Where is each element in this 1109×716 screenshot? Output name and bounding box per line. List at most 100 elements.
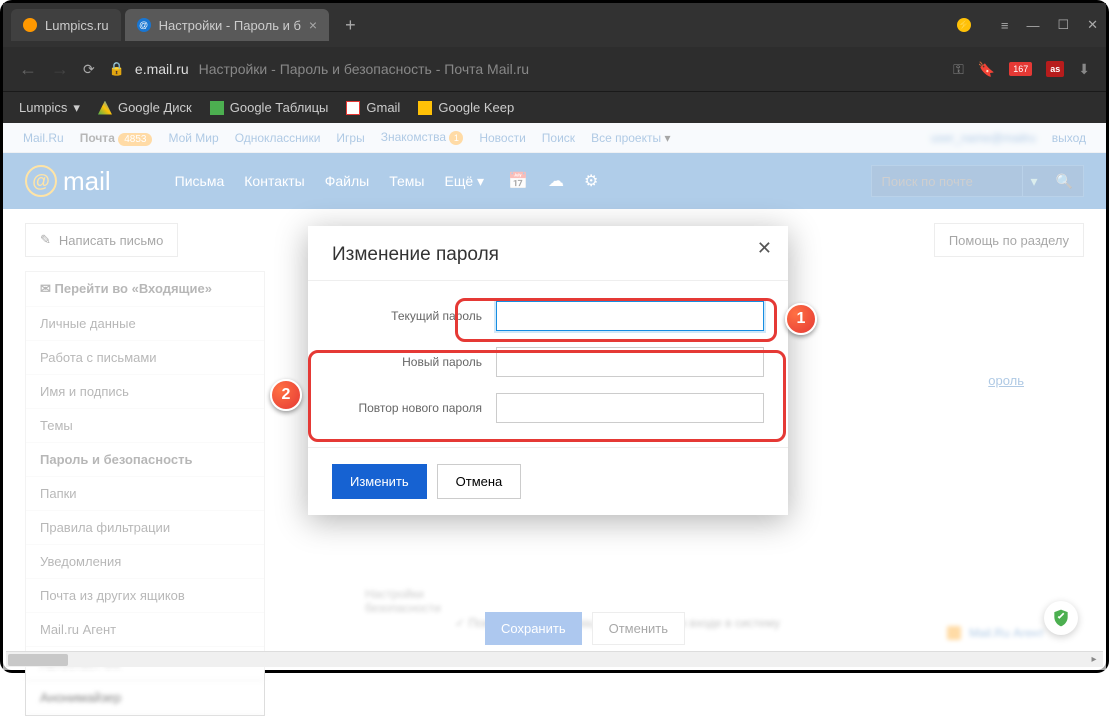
nav-faily[interactable]: Файлы bbox=[325, 173, 369, 190]
marker-1: 1 bbox=[785, 303, 817, 335]
modal-title: Изменение пароля bbox=[332, 244, 499, 265]
calendar-icon[interactable]: 📅 bbox=[508, 171, 528, 191]
topbar-poisk[interactable]: Поиск bbox=[542, 131, 575, 145]
scroll-right-icon[interactable]: ▸ bbox=[1087, 654, 1101, 666]
nav-pisma[interactable]: Письма bbox=[175, 173, 225, 190]
submit-button[interactable]: Изменить bbox=[332, 464, 427, 499]
tab-label: Lumpics.ru bbox=[45, 18, 109, 33]
cloud-icon[interactable]: ☁ bbox=[548, 171, 564, 191]
bg-section-label: Настройкибезопасности bbox=[365, 587, 441, 615]
nav-kontakty[interactable]: Контакты bbox=[244, 173, 304, 190]
mail-search[interactable]: ▾ 🔍 bbox=[871, 165, 1084, 197]
nav-temy[interactable]: Темы bbox=[389, 173, 424, 190]
sidebar-item[interactable]: Работа с письмами bbox=[26, 341, 264, 375]
bg-save-button[interactable]: Сохранить bbox=[485, 612, 582, 645]
bookmark-gsheets[interactable]: Google Таблицы bbox=[210, 100, 329, 115]
sidebar-item[interactable]: Mail.ru Агент bbox=[26, 613, 264, 647]
scrollbar-thumb[interactable] bbox=[8, 654, 68, 666]
topbar-znakomstva[interactable]: Знакомства 1 bbox=[381, 130, 464, 145]
lock-icon: 🔒 bbox=[109, 61, 125, 77]
current-password-input[interactable] bbox=[496, 301, 764, 331]
tab-lumpics[interactable]: Lumpics.ru bbox=[11, 9, 121, 41]
marker-2: 2 bbox=[270, 379, 302, 411]
sidebar-item[interactable]: Уведомления bbox=[26, 545, 264, 579]
download-icon[interactable]: ⬇ bbox=[1078, 61, 1090, 78]
url-path: Настройки - Пароль и безопасность - Почт… bbox=[199, 61, 529, 77]
sidebar-item[interactable]: Почта из других ящиков bbox=[26, 579, 264, 613]
mail-logo[interactable]: @ mail bbox=[25, 165, 111, 197]
sidebar-inbox[interactable]: ✉ Перейти во «Входящие» bbox=[26, 272, 264, 307]
new-tab-button[interactable]: + bbox=[333, 15, 368, 36]
bg-agent: Mail.Ru Агент bbox=[947, 626, 1044, 640]
repeat-password-input[interactable] bbox=[496, 393, 764, 423]
compose-button[interactable]: ✎ Написать письмо bbox=[25, 223, 178, 257]
bookmark-lumpics[interactable]: Lumpics ▾ bbox=[19, 100, 80, 116]
topbar-pochta[interactable]: Почта 4853 bbox=[80, 131, 153, 145]
bg-password-link[interactable]: ороль bbox=[988, 373, 1024, 388]
browser-titlebar: Lumpics.ru @ Настройки - Пароль и б × + … bbox=[3, 3, 1106, 47]
close-icon[interactable]: ✕ bbox=[757, 238, 772, 259]
minimize-icon[interactable]: ― bbox=[1026, 18, 1039, 33]
tab-settings[interactable]: @ Настройки - Пароль и б × bbox=[125, 9, 330, 41]
mailru-topbar: Mail.Ru Почта 4853 Мой Мир Одноклассники… bbox=[3, 123, 1106, 153]
topbar-odnoklassniki[interactable]: Одноклассники bbox=[235, 131, 321, 145]
topbar-igry[interactable]: Игры bbox=[336, 131, 364, 145]
bookmarks-bar: Lumpics ▾ Google Диск Google Таблицы Gma… bbox=[3, 91, 1106, 123]
sidebar-item[interactable]: Личные данные bbox=[26, 307, 264, 341]
address-bar: ← → ⟳ 🔒 e.mail.ru Настройки - Пароль и б… bbox=[3, 47, 1106, 91]
bookmark-gkeep[interactable]: Google Keep bbox=[418, 100, 514, 115]
maximize-icon[interactable]: ☐ bbox=[1057, 17, 1069, 33]
drive-icon bbox=[98, 101, 112, 115]
key-icon[interactable]: ⚿ bbox=[953, 61, 964, 78]
favicon-icon: @ bbox=[137, 18, 151, 32]
sheets-icon bbox=[210, 101, 224, 115]
settings-sidebar: ✉ Перейти во «Входящие» Личные данные Ра… bbox=[25, 271, 265, 716]
sidebar-item[interactable]: Анонимайзер bbox=[26, 681, 264, 715]
new-password-label: Новый пароль bbox=[332, 355, 482, 369]
search-button-icon[interactable]: 🔍 bbox=[1046, 166, 1083, 196]
cancel-button[interactable]: Отмена bbox=[437, 464, 522, 499]
tab-label: Настройки - Пароль и б bbox=[159, 18, 301, 33]
horizontal-scrollbar[interactable]: ▸ bbox=[6, 651, 1103, 667]
menu-icon[interactable]: ≡ bbox=[1001, 18, 1009, 33]
turbo-icon[interactable]: ⚡ bbox=[957, 18, 971, 32]
search-input[interactable] bbox=[872, 174, 1022, 189]
topbar-mailru[interactable]: Mail.Ru bbox=[23, 131, 64, 145]
sidebar-item[interactable]: Темы bbox=[26, 409, 264, 443]
topbar-exit[interactable]: выход bbox=[1052, 131, 1086, 145]
close-window-icon[interactable]: ✕ bbox=[1087, 17, 1098, 33]
sidebar-item-active[interactable]: Пароль и безопасность bbox=[26, 443, 264, 477]
current-password-label: Текущий пароль bbox=[332, 309, 482, 323]
change-password-modal: Изменение пароля ✕ Текущий пароль Новый … bbox=[308, 226, 788, 515]
close-icon[interactable]: × bbox=[309, 17, 317, 33]
topbar-moymir[interactable]: Мой Мир bbox=[168, 131, 218, 145]
nav-eshe[interactable]: Ещё ▾ bbox=[444, 173, 484, 190]
favicon-icon bbox=[23, 18, 37, 32]
sidebar-item[interactable]: Имя и подпись bbox=[26, 375, 264, 409]
sidebar-item[interactable]: Папки bbox=[26, 477, 264, 511]
extension-badge[interactable]: 167 bbox=[1009, 62, 1032, 76]
search-dropdown-icon[interactable]: ▾ bbox=[1022, 166, 1046, 196]
gmail-icon bbox=[346, 101, 360, 115]
extension-as[interactable]: as bbox=[1046, 61, 1064, 77]
topbar-novosti[interactable]: Новости bbox=[479, 131, 525, 145]
forward-icon: → bbox=[51, 59, 69, 80]
bookmark-gdrive[interactable]: Google Диск bbox=[98, 100, 192, 115]
mail-header: @ mail Письма Контакты Файлы Темы Ещё ▾ … bbox=[3, 153, 1106, 209]
topbar-user[interactable]: user_name@mailru bbox=[931, 131, 1036, 145]
adguard-icon[interactable] bbox=[1044, 601, 1078, 635]
reload-icon[interactable]: ⟳ bbox=[83, 61, 95, 78]
back-icon[interactable]: ← bbox=[19, 59, 37, 80]
topbar-vseproekty[interactable]: Все проекты ▾ bbox=[591, 131, 670, 145]
bg-cancel-button[interactable]: Отменить bbox=[592, 612, 685, 645]
url-box[interactable]: 🔒 e.mail.ru Настройки - Пароль и безопас… bbox=[109, 61, 939, 77]
sidebar-item[interactable]: Правила фильтрации bbox=[26, 511, 264, 545]
at-icon: @ bbox=[25, 165, 57, 197]
repeat-password-label: Повтор нового пароля bbox=[332, 401, 482, 415]
bookmark-icon[interactable]: 🔖 bbox=[978, 61, 995, 78]
bookmark-gmail[interactable]: Gmail bbox=[346, 100, 400, 115]
new-password-input[interactable] bbox=[496, 347, 764, 377]
agent-icon bbox=[947, 626, 961, 640]
gear-icon[interactable]: ⚙ bbox=[584, 171, 598, 191]
url-host: e.mail.ru bbox=[135, 61, 189, 77]
